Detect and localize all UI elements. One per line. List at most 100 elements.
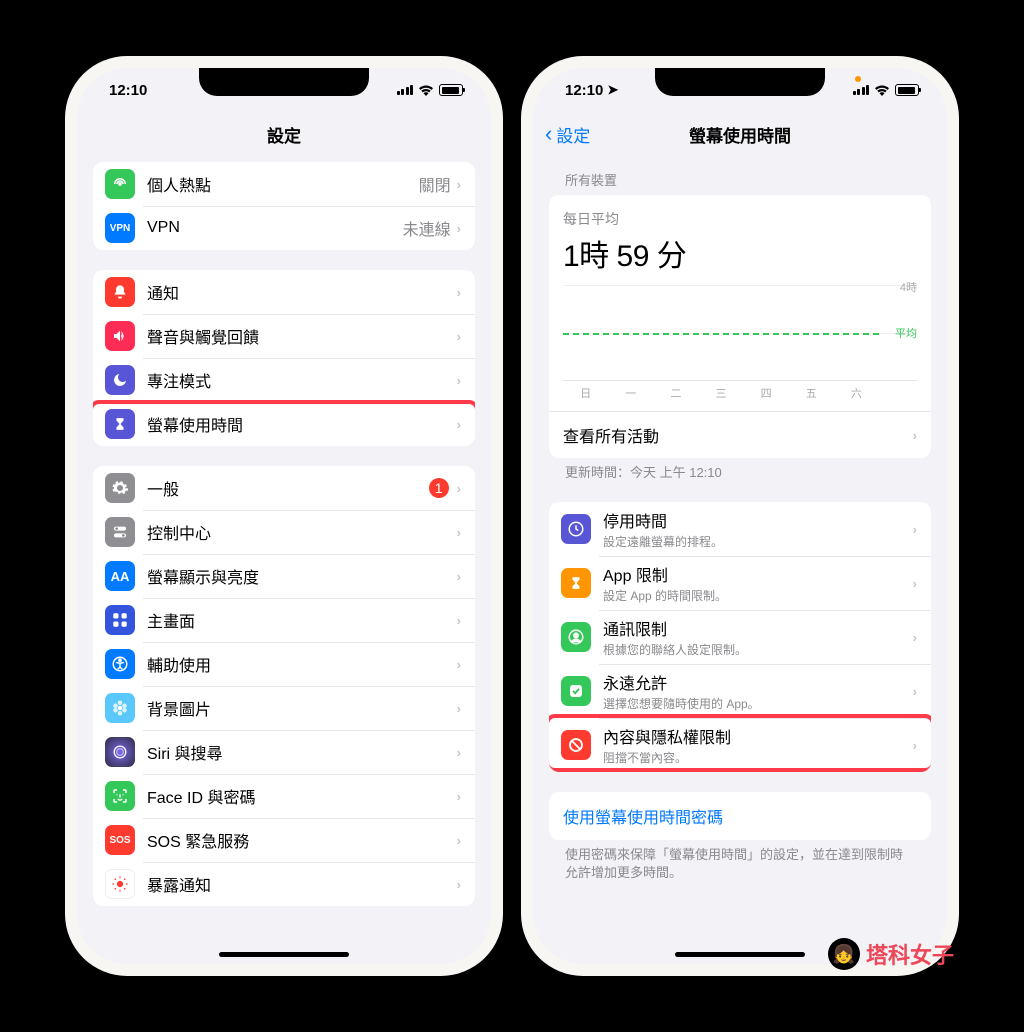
home-indicator[interactable] — [675, 952, 805, 957]
row-vpn[interactable]: VPN VPN 未連線 › — [93, 206, 475, 250]
row-general[interactable]: 一般 1 › — [93, 466, 475, 510]
row-label: 通知 — [147, 280, 457, 304]
row-downtime[interactable]: 停用時間 設定遠離螢幕的排程。 › — [549, 502, 931, 556]
status-time: 12:10 — [565, 82, 603, 99]
row-label: VPN — [147, 219, 403, 237]
back-label: 設定 — [556, 122, 590, 147]
chevron-right-icon: › — [457, 569, 461, 584]
row-screen-time[interactable]: 螢幕使用時間 › — [93, 402, 475, 446]
battery-icon — [439, 84, 463, 96]
notification-badge: 1 — [429, 478, 449, 498]
watermark: 👧 塔科女子 — [828, 938, 954, 970]
cellular-icon — [397, 85, 414, 95]
chevron-right-icon: › — [457, 481, 461, 496]
row-subtitle: 設定 App 的時間限制。 — [603, 587, 913, 604]
siri-icon — [105, 737, 135, 767]
row-siri[interactable]: Siri 與搜尋 › — [93, 730, 475, 774]
wifi-icon — [874, 84, 890, 96]
chevron-right-icon: › — [457, 613, 461, 628]
row-label: 螢幕使用時間 — [147, 412, 457, 436]
page-title: 螢幕使用時間 — [689, 122, 791, 147]
row-control-center[interactable]: 控制中心 › — [93, 510, 475, 554]
row-personal-hotspot[interactable]: 個人熱點 關閉 › — [93, 162, 475, 206]
status-indicators — [853, 84, 920, 96]
switches-icon — [105, 517, 135, 547]
cellular-icon — [853, 85, 870, 95]
chevron-right-icon: › — [457, 877, 461, 892]
row-content-privacy[interactable]: 內容與隱私權限制 阻擋不當內容。 › — [549, 718, 931, 772]
chevron-right-icon: › — [457, 657, 461, 672]
row-use-passcode[interactable]: 使用螢幕使用時間密碼 — [549, 792, 931, 840]
back-button[interactable]: ‹ 設定 — [545, 121, 590, 147]
row-title: 內容與隱私權限制 — [603, 724, 913, 748]
group-header: 所有裝置 — [549, 156, 931, 195]
home-indicator[interactable] — [219, 952, 349, 957]
nav-bar: 設定 — [77, 112, 491, 156]
row-sounds[interactable]: 聲音與觸覺回饋 › — [93, 314, 475, 358]
row-label: 專注模式 — [147, 368, 457, 392]
row-faceid[interactable]: Face ID 與密碼 › — [93, 774, 475, 818]
row-app-limits[interactable]: App 限制 設定 App 的時間限制。 › — [549, 556, 931, 610]
phone-right: 12:10 ➤ ‹ 設定 螢幕使用時間 所有裝置 每日平均 1時 59 分 — [521, 56, 959, 976]
row-label: 輔助使用 — [147, 652, 457, 676]
chevron-right-icon: › — [457, 789, 461, 804]
notch — [655, 68, 825, 96]
row-notifications[interactable]: 通知 › — [93, 270, 475, 314]
page-title: 設定 — [267, 122, 301, 147]
row-display[interactable]: AA 螢幕顯示與亮度 › — [93, 554, 475, 598]
row-communication-limits[interactable]: 通訊限制 根據您的聯絡人設定限制。 › — [549, 610, 931, 664]
notch — [199, 68, 369, 96]
nav-bar: ‹ 設定 螢幕使用時間 — [533, 112, 947, 156]
screentime-content[interactable]: 所有裝置 每日平均 1時 59 分 平均 4時 日一二三四五六 查看所有活動 ›… — [533, 156, 947, 964]
row-subtitle: 阻擋不當內容。 — [603, 749, 913, 766]
row-label: Siri 與搜尋 — [147, 740, 457, 764]
watermark-text: 塔科女子 — [866, 938, 954, 970]
row-exposure[interactable]: 暴露通知 › — [93, 862, 475, 906]
chevron-right-icon: › — [913, 428, 917, 443]
row-title: 通訊限制 — [603, 616, 913, 640]
row-sos[interactable]: SOS SOS 緊急服務 › — [93, 818, 475, 862]
chevron-right-icon: › — [457, 833, 461, 848]
row-label: 螢幕顯示與亮度 — [147, 564, 457, 588]
row-label: 查看所有活動 — [563, 423, 913, 447]
chevron-right-icon: › — [913, 522, 917, 537]
row-title: App 限制 — [603, 562, 913, 586]
chevron-right-icon: › — [457, 177, 461, 192]
screen-right: 12:10 ➤ ‹ 設定 螢幕使用時間 所有裝置 每日平均 1時 59 分 — [533, 68, 947, 964]
row-accessibility[interactable]: 輔助使用 › — [93, 642, 475, 686]
row-wallpaper[interactable]: 背景圖片 › — [93, 686, 475, 730]
row-always-allowed[interactable]: 永遠允許 選擇您想要隨時使用的 App。 › — [549, 664, 931, 718]
location-icon: ➤ — [607, 82, 618, 98]
row-home-screen[interactable]: 主畫面 › — [93, 598, 475, 642]
chevron-right-icon: › — [457, 525, 461, 540]
row-focus[interactable]: 專注模式 › — [93, 358, 475, 402]
faceid-icon — [105, 781, 135, 811]
updated-time: 更新時間：今天 上午 12:10 — [549, 458, 931, 482]
phone-left: 12:10 設定 個人熱點 關閉 › VPN — [65, 56, 503, 976]
row-label: 暴露通知 — [147, 872, 457, 896]
chevron-right-icon: › — [457, 373, 461, 388]
vpn-icon: VPN — [105, 213, 135, 243]
hotspot-icon — [105, 169, 135, 199]
speaker-icon — [105, 321, 135, 351]
gear-icon — [105, 473, 135, 503]
chevron-right-icon: › — [457, 285, 461, 300]
no-entry-icon — [561, 730, 591, 760]
person-circle-icon — [561, 622, 591, 652]
status-time: 12:10 — [109, 82, 147, 99]
exposure-icon — [105, 869, 135, 899]
chevron-right-icon: › — [457, 417, 461, 432]
row-subtitle: 選擇您想要隨時使用的 App。 — [603, 695, 913, 712]
settings-list[interactable]: 個人熱點 關閉 › VPN VPN 未連線 › 通知 › — [77, 156, 491, 964]
text-size-icon: AA — [105, 561, 135, 591]
row-label: SOS 緊急服務 — [147, 828, 457, 852]
chevron-right-icon: › — [457, 745, 461, 760]
group-screentime-options: 停用時間 設定遠離螢幕的排程。 › App 限制 設定 App 的時間限制。 › — [549, 502, 931, 772]
row-view-all-activity[interactable]: 查看所有活動 › — [549, 411, 931, 458]
apps-grid-icon — [105, 605, 135, 635]
privacy-indicator-dot — [855, 76, 861, 82]
battery-icon — [895, 84, 919, 96]
chevron-right-icon: › — [457, 329, 461, 344]
row-label: 背景圖片 — [147, 696, 457, 720]
row-label: 一般 — [147, 476, 429, 500]
